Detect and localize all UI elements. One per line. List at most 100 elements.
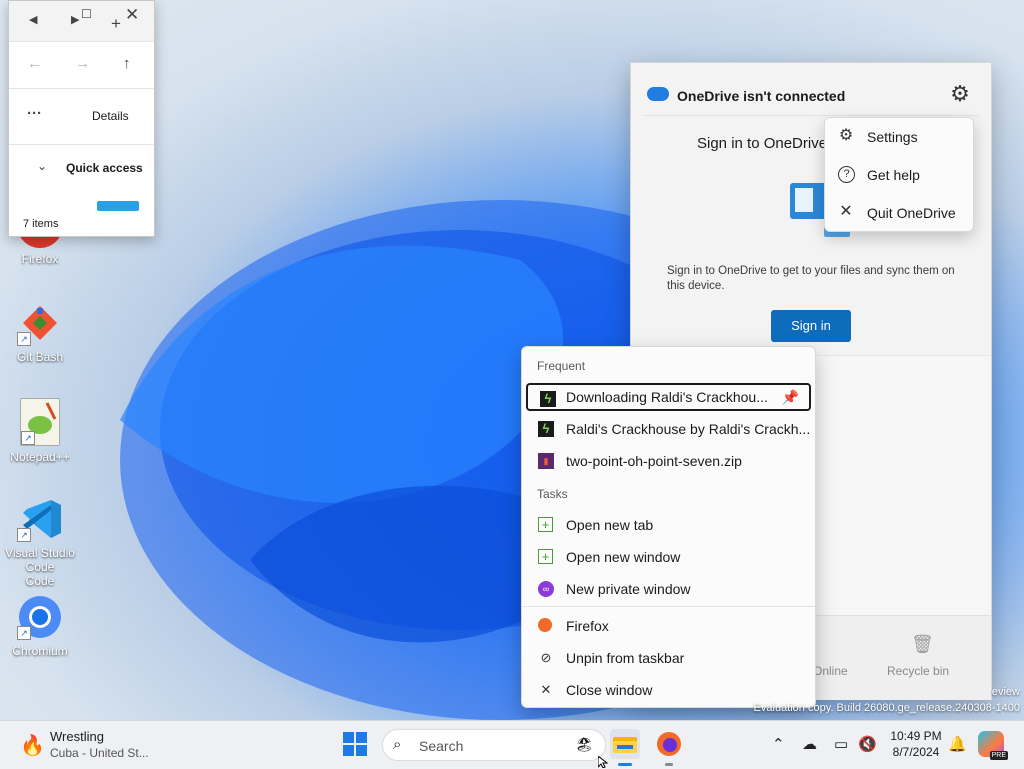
maximize-icon[interactable]: ☐ [81, 7, 92, 21]
signin-button[interactable]: Sign in [771, 310, 851, 342]
file-explorer-taskbar-icon[interactable] [610, 729, 640, 766]
jump-item-frequent[interactable]: ▮ two-point-oh-point-seven.zip [526, 447, 811, 475]
clock-time: 10:49 PM [890, 729, 942, 743]
new-tab-icon: + [538, 517, 553, 532]
desktop-icon-label: Git Bash [16, 350, 64, 364]
file-explorer-window: ◀ ▶ ☐ + ✕ ← → ↑ ··· Details ⌄ Quick acce… [8, 0, 155, 237]
up-arrow-icon[interactable]: ↑ [123, 55, 131, 72]
weather-widget[interactable]: 🔥 Wrestling Cuba - United St... [14, 727, 164, 763]
jump-item-label: Unpin from taskbar [566, 650, 685, 666]
gear-icon: ⚙ [838, 127, 854, 144]
onedrive-settings-menu: ⚙ Settings ? Get help ✕ Quit OneDrive [824, 117, 974, 232]
unpin-icon: ⊘ [540, 650, 552, 665]
online-tab[interactable]: Online [813, 664, 848, 678]
copilot-badge: PRE [989, 751, 1008, 760]
help-icon: ? [838, 166, 855, 183]
forward-arrow-icon[interactable]: → [75, 55, 90, 72]
jump-item-frequent[interactable]: ϟ Downloading Raldi's Crackhou... 📌 [526, 383, 811, 411]
jump-item-close-window[interactable]: ✕ Close window [526, 676, 811, 704]
jump-item-frequent[interactable]: ϟ Raldi's Crackhouse by Raldi's Crackh..… [526, 415, 811, 443]
quick-access-section: ⌄ Quick access [9, 145, 154, 215]
widget-subtitle: Cuba - United St... [50, 746, 149, 760]
menu-item-settings[interactable]: ⚙ Settings [825, 119, 973, 155]
navigation-bar: ← → ↑ [9, 41, 154, 89]
notification-bell-icon[interactable]: 🔔 [948, 735, 967, 753]
start-icon[interactable] [340, 729, 370, 759]
menu-item-get-help[interactable]: ? Get help [825, 157, 973, 193]
mouse-cursor-icon [598, 756, 608, 768]
desktop-icon-label: Visual Studio Code [5, 546, 75, 574]
jump-item-unpin[interactable]: ⊘ Unpin from taskbar [526, 644, 811, 672]
close-icon[interactable]: ✕ [125, 5, 139, 25]
firefox-jump-list: Frequent ϟ Downloading Raldi's Crackhou.… [521, 346, 816, 708]
divider [643, 115, 979, 116]
divider [522, 606, 815, 607]
recycle-bin-tab[interactable]: Recycle bin [887, 664, 949, 678]
tasks-header: Tasks [537, 487, 568, 501]
onedrive-title: OneDrive isn't connected [677, 88, 846, 104]
command-bar: ··· Details [9, 89, 154, 145]
quick-access-label[interactable]: Quick access [66, 161, 143, 175]
chevron-down-icon[interactable]: ⌄ [37, 159, 47, 173]
signin-description: Sign in to OneDrive to get to your files… [667, 265, 955, 292]
jump-item-label: Close window [566, 682, 653, 698]
desktop-icon-label: Firefox [21, 252, 59, 266]
search-highlight-icon: 🏖 [575, 736, 593, 752]
onedrive-tray-icon[interactable]: ☁ [802, 735, 817, 753]
scroll-right-icon[interactable]: ▶ [71, 13, 79, 26]
display-icon[interactable]: ▭ [834, 735, 848, 753]
pin-icon[interactable]: 📌 [782, 389, 799, 406]
new-tab-icon[interactable]: + [111, 14, 121, 34]
scroll-left-icon[interactable]: ◀ [29, 13, 37, 26]
jump-item-label: two-point-oh-point-seven.zip [566, 453, 742, 469]
gear-icon[interactable]: ⚙ [947, 81, 973, 107]
jump-item-task[interactable]: + Open new window [526, 543, 811, 571]
notepadpp-icon: ↗ [20, 398, 60, 446]
jump-item-label: Open new tab [566, 517, 654, 533]
search-icon: ⌕ [393, 736, 402, 753]
search-box[interactable]: ⌕ Search 🏖 [382, 729, 606, 761]
active-indicator [618, 763, 632, 766]
recycle-bin-icon: 🗑 [911, 634, 934, 654]
menu-item-label: Get help [867, 167, 920, 183]
status-bar-text: 7 items [23, 218, 59, 230]
more-options-icon[interactable]: ··· [27, 105, 42, 122]
frequent-header: Frequent [537, 359, 586, 373]
desktop-icon-notepadpp[interactable]: ↗ Notepad++ [2, 398, 78, 464]
jump-item-label: Firefox [566, 618, 609, 634]
jump-item-task[interactable]: ∞ New private window [526, 575, 811, 603]
watermark-line: Evaluation copy. Build 26080.ge_release.… [753, 702, 1020, 714]
private-window-icon: ∞ [538, 581, 554, 597]
onedrive-cloud-icon [647, 87, 669, 101]
network-volume-icon[interactable]: 🔇 [858, 735, 877, 753]
game-icon: ϟ [538, 421, 554, 437]
jump-item-firefox[interactable]: Firefox [526, 612, 811, 640]
widget-icon: 🔥 [20, 735, 45, 757]
shortcut-arrow-icon: ↗ [21, 431, 35, 445]
chevron-up-icon[interactable]: ⌃ [772, 735, 785, 753]
git-bash-icon: ↗ [17, 300, 63, 346]
jump-item-label: Downloading Raldi's Crackhou... [566, 389, 768, 405]
running-indicator [665, 763, 673, 766]
folder-icon [97, 201, 139, 211]
title-bar: ◀ ▶ ☐ + ✕ [9, 1, 154, 42]
jump-item-label: Open new window [566, 549, 681, 565]
jump-item-label: Raldi's Crackhouse by Raldi's Crackh... [566, 421, 811, 437]
menu-item-label: Quit OneDrive [867, 205, 956, 221]
desktop-icon-label: Chromium [12, 644, 68, 658]
shortcut-arrow-icon: ↗ [17, 528, 31, 542]
desktop-icon-vscode[interactable]: ↗ Visual Studio Code Code [2, 496, 78, 588]
firefox-taskbar-icon[interactable] [654, 729, 684, 766]
menu-item-label: Settings [867, 129, 918, 145]
zip-icon: ▮ [538, 453, 554, 469]
desktop-icon-chromium[interactable]: ↗ Chromium [2, 594, 78, 658]
widget-title: Wrestling [50, 729, 104, 744]
signin-heading: Sign in to OneDrive [697, 135, 828, 152]
system-clock[interactable]: 10:49 PM 8/7/2024 [888, 728, 944, 760]
jump-item-task[interactable]: + Open new tab [526, 511, 811, 539]
menu-item-quit-onedrive[interactable]: ✕ Quit OneDrive [825, 195, 973, 231]
copilot-icon[interactable]: PRE [978, 731, 1008, 760]
desktop-icon-git-bash[interactable]: ↗ Git Bash [2, 300, 78, 364]
details-button[interactable]: Details [92, 109, 129, 123]
back-arrow-icon[interactable]: ← [27, 55, 42, 72]
